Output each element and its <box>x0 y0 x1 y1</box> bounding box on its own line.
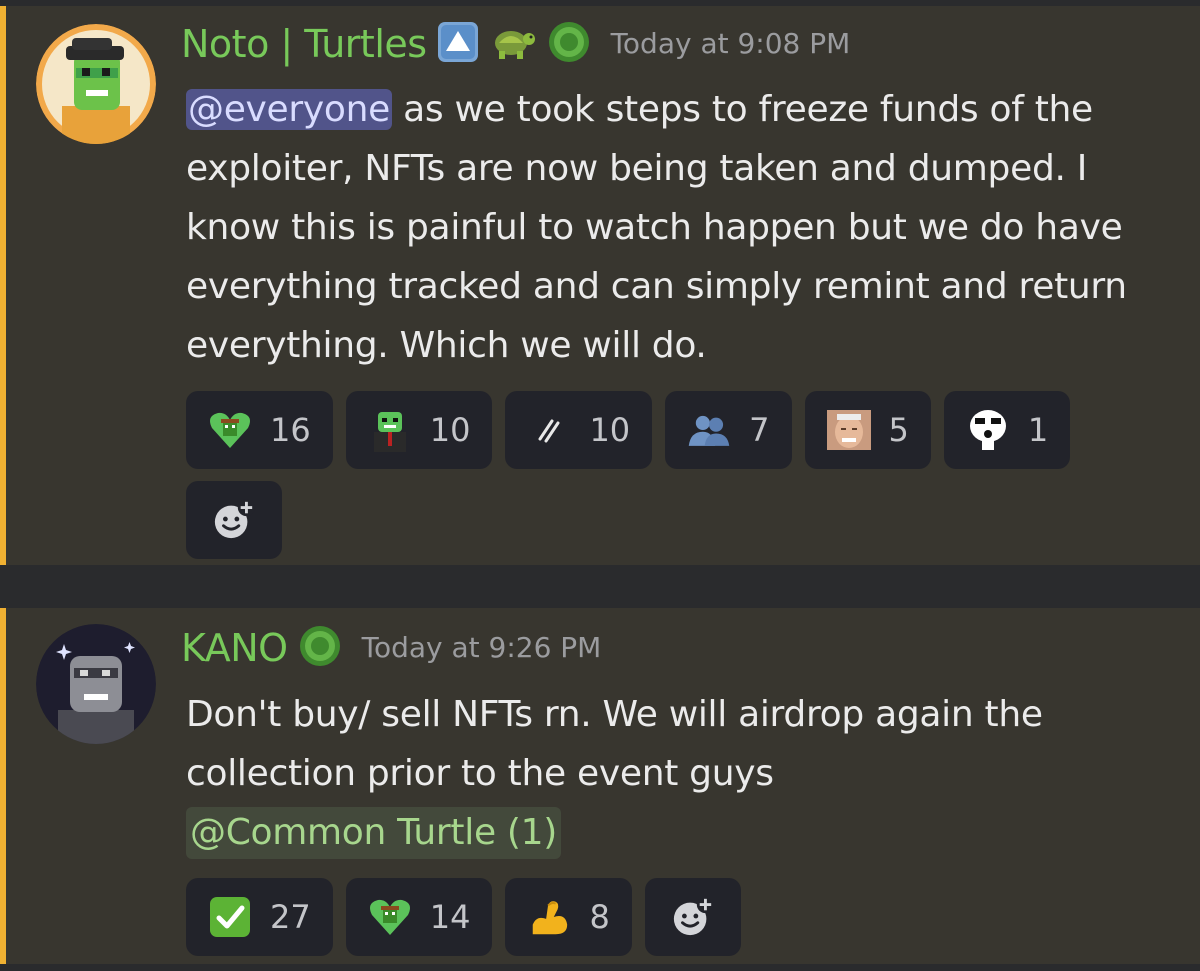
turtle-emoji-icon <box>489 21 537 67</box>
reaction-turtle-heart[interactable]: 14 <box>345 878 493 956</box>
reaction-meme-face[interactable]: 1 <box>943 391 1071 469</box>
turtle-suit-emoji-icon <box>368 408 412 452</box>
message-2: KANO Today at 9:26 PM Don't buy/ sell NF… <box>0 608 1200 964</box>
message-content: Don't buy/ sell NFTs rn. We will airdrop… <box>186 685 1176 862</box>
message-header: KANO Today at 9:26 PM <box>181 624 601 672</box>
people-emoji-icon <box>687 408 731 452</box>
reaction-count: 8 <box>589 898 610 936</box>
avatar-kano[interactable] <box>36 624 156 744</box>
green-ring-badge-icon <box>547 20 591 68</box>
reaction-harold-face[interactable]: 5 <box>804 391 931 469</box>
reaction-count: 10 <box>589 411 631 449</box>
add-reaction-icon <box>212 498 256 542</box>
turtle-heart-emoji-icon <box>208 408 252 452</box>
reaction-bar: 27 14 8 <box>186 878 1086 968</box>
timestamp[interactable]: Today at 9:08 PM <box>611 20 851 68</box>
message-header: Noto | Turtles Today at 9:08 PM <box>181 20 850 68</box>
message-1: Noto | Turtles Today at 9:08 PM @everyon… <box>0 6 1200 565</box>
author-name[interactable]: KANO <box>181 624 288 672</box>
message-text: as we took steps to freeze funds of the … <box>186 89 1127 366</box>
timestamp[interactable]: Today at 9:26 PM <box>362 624 602 672</box>
reaction-turtle-heart[interactable]: 16 <box>186 391 333 469</box>
reaction-count: 7 <box>749 411 770 449</box>
reaction-count: 10 <box>429 411 471 449</box>
check-mark-emoji-icon <box>208 895 252 939</box>
add-reaction-icon <box>671 895 715 939</box>
reaction-count: 16 <box>270 411 311 449</box>
green-ring-badge-icon <box>298 624 342 672</box>
flexed-bicep-emoji-icon <box>527 895 571 939</box>
reaction-check-mark[interactable]: 27 <box>186 878 333 956</box>
everyone-mention[interactable]: @everyone <box>186 89 392 130</box>
turtle-heart-emoji-icon <box>368 895 412 939</box>
message-content: @everyone as we took steps to freeze fun… <box>186 80 1176 375</box>
reaction-turtle-suit[interactable]: 10 <box>345 391 493 469</box>
up-arrow-badge-icon <box>437 21 479 67</box>
add-reaction-button[interactable] <box>186 481 282 559</box>
reaction-bar: 16 10 10 7 5 1 <box>186 391 1086 571</box>
feather-emoji-icon <box>527 408 571 452</box>
reaction-count: 1 <box>1027 411 1049 449</box>
role-mention[interactable]: @Common Turtle (1) <box>186 807 562 859</box>
reaction-count: 14 <box>429 898 471 936</box>
avatar-noto[interactable] <box>36 24 156 144</box>
harold-face-emoji-icon <box>826 408 871 452</box>
reaction-flexed-bicep[interactable]: 8 <box>505 878 632 956</box>
reaction-count: 27 <box>270 898 311 936</box>
author-name[interactable]: Noto | Turtles <box>181 20 427 68</box>
meme-face-emoji-icon <box>966 408 1010 452</box>
reaction-feather[interactable]: 10 <box>505 391 653 469</box>
reaction-people[interactable]: 7 <box>665 391 792 469</box>
reaction-count: 5 <box>888 411 909 449</box>
add-reaction-button[interactable] <box>644 878 741 956</box>
message-text: Don't buy/ sell NFTs rn. We will airdrop… <box>186 694 1043 794</box>
